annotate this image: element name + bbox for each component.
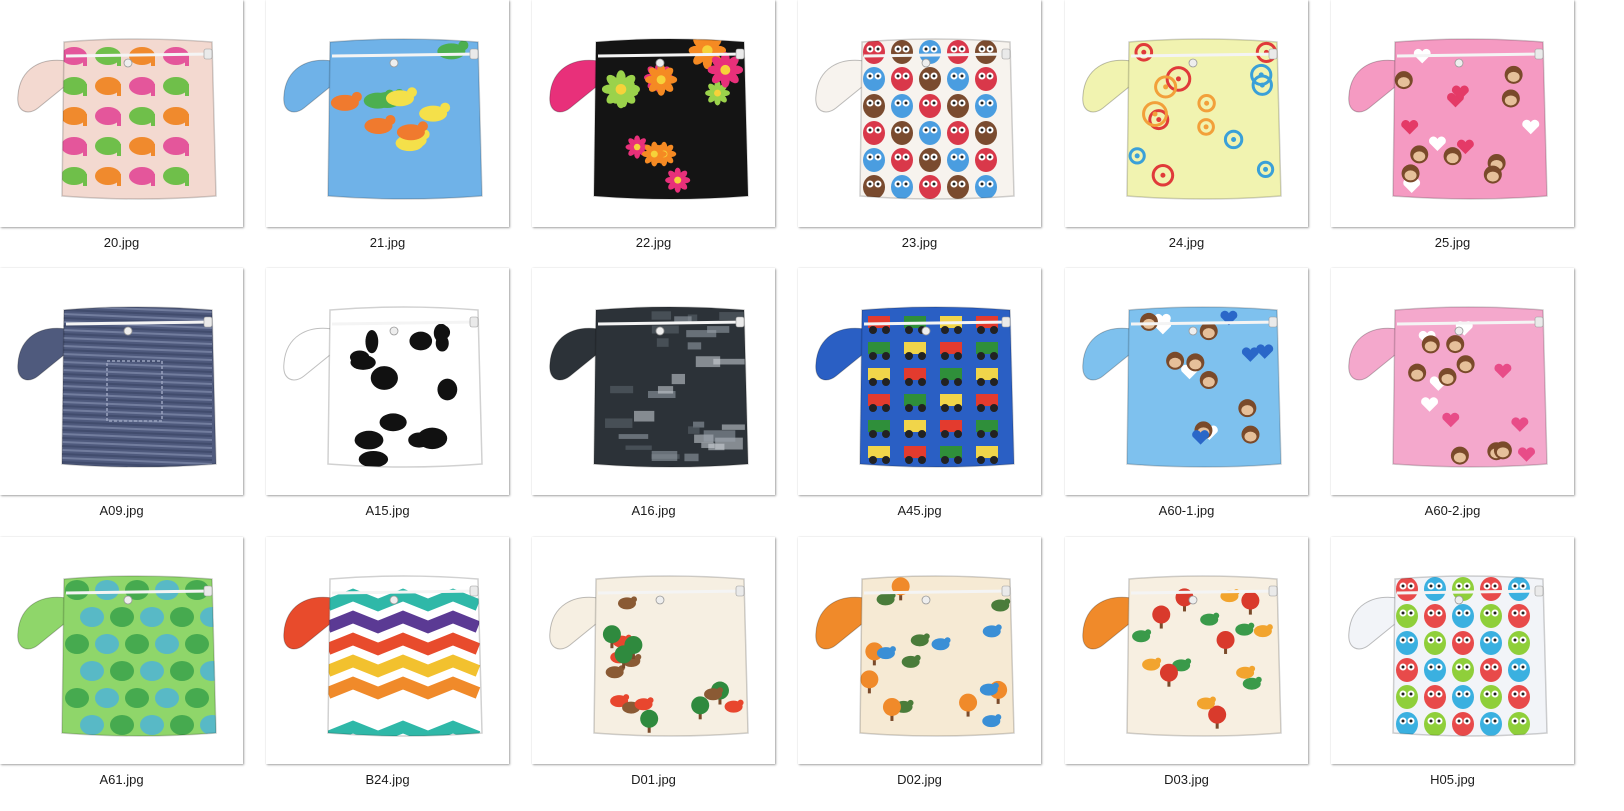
file-name-label[interactable]: 25.jpg — [1331, 235, 1574, 250]
file-name-label[interactable]: B24.jpg — [266, 772, 509, 787]
zipper — [597, 52, 745, 58]
file-tile[interactable]: 25.jpg — [1331, 0, 1576, 270]
file-name-label[interactable]: A45.jpg — [798, 503, 1041, 518]
zipper — [65, 589, 213, 595]
wet-bag-image — [17, 38, 217, 200]
file-name-label[interactable]: 22.jpg — [532, 235, 775, 250]
zipper — [331, 52, 479, 58]
file-thumbnail[interactable] — [0, 537, 243, 764]
wet-bag-image — [283, 575, 483, 737]
wet-bag-image — [1082, 306, 1282, 468]
zipper — [597, 589, 745, 595]
file-thumbnail[interactable] — [1331, 537, 1574, 764]
wet-bag-image — [283, 306, 483, 468]
file-tile[interactable]: D01.jpg — [532, 537, 777, 807]
zipper — [1396, 320, 1544, 326]
file-thumbnail[interactable] — [1331, 268, 1574, 495]
file-thumbnail[interactable] — [1065, 537, 1308, 764]
zipper — [863, 320, 1011, 326]
file-name-label[interactable]: D03.jpg — [1065, 772, 1308, 787]
file-thumbnail[interactable] — [532, 537, 775, 764]
file-tile[interactable]: A15.jpg — [266, 268, 511, 538]
zipper — [65, 52, 213, 58]
file-name-label[interactable]: 21.jpg — [266, 235, 509, 250]
file-tile[interactable]: B24.jpg — [266, 537, 511, 807]
file-thumbnail[interactable] — [798, 0, 1041, 227]
file-tile[interactable]: 24.jpg — [1065, 0, 1310, 270]
wet-bag-image — [283, 38, 483, 200]
file-tile[interactable]: A60-2.jpg — [1331, 268, 1576, 538]
file-name-label[interactable]: D01.jpg — [532, 772, 775, 787]
wet-bag-image — [17, 306, 217, 468]
wet-bag-image — [549, 38, 749, 200]
wet-bag-image — [1082, 38, 1282, 200]
file-thumbnail[interactable] — [532, 0, 775, 227]
file-thumbnail[interactable] — [1331, 0, 1574, 227]
file-tile[interactable]: 23.jpg — [798, 0, 1043, 270]
file-thumbnail[interactable] — [798, 537, 1041, 764]
wet-bag-image — [815, 306, 1015, 468]
wet-bag-image — [815, 575, 1015, 737]
wet-bag-image — [1348, 575, 1548, 737]
file-name-label[interactable]: 24.jpg — [1065, 235, 1308, 250]
zipper — [1396, 52, 1544, 58]
file-thumbnail[interactable] — [266, 268, 509, 495]
file-tile[interactable]: 21.jpg — [266, 0, 511, 270]
file-tile[interactable]: 20.jpg — [0, 0, 245, 270]
file-tile[interactable]: D02.jpg — [798, 537, 1043, 807]
file-thumbnail[interactable] — [798, 268, 1041, 495]
file-thumbnail-grid: 20.jpg 21.jpg 22.jpg 23.jpg 24.jpg 25.jpg A09.… — [0, 0, 1624, 811]
file-name-label[interactable]: D02.jpg — [798, 772, 1041, 787]
file-thumbnail[interactable] — [266, 537, 509, 764]
file-tile[interactable]: A60-1.jpg — [1065, 268, 1310, 538]
zipper — [1130, 589, 1278, 595]
wet-bag-image — [1348, 38, 1548, 200]
zipper — [1130, 52, 1278, 58]
zipper — [331, 320, 479, 326]
zipper — [863, 589, 1011, 595]
file-tile[interactable]: 22.jpg — [532, 0, 777, 270]
file-thumbnail[interactable] — [0, 268, 243, 495]
file-name-label[interactable]: H05.jpg — [1331, 772, 1574, 787]
file-name-label[interactable]: A61.jpg — [0, 772, 243, 787]
zipper — [863, 52, 1011, 58]
file-tile[interactable]: A16.jpg — [532, 268, 777, 538]
file-thumbnail[interactable] — [0, 0, 243, 227]
file-thumbnail[interactable] — [532, 268, 775, 495]
zipper — [331, 589, 479, 595]
file-name-label[interactable]: A15.jpg — [266, 503, 509, 518]
file-thumbnail[interactable] — [1065, 0, 1308, 227]
file-name-label[interactable]: A60-1.jpg — [1065, 503, 1308, 518]
file-tile[interactable]: A61.jpg — [0, 537, 245, 807]
wet-bag-image — [549, 306, 749, 468]
zipper — [1396, 589, 1544, 595]
file-tile[interactable]: A45.jpg — [798, 268, 1043, 538]
file-tile[interactable]: D03.jpg — [1065, 537, 1310, 807]
wet-bag-image — [815, 38, 1015, 200]
file-tile[interactable]: A09.jpg — [0, 268, 245, 538]
zipper — [597, 320, 745, 326]
file-name-label[interactable]: 23.jpg — [798, 235, 1041, 250]
file-name-label[interactable]: A60-2.jpg — [1331, 503, 1574, 518]
file-thumbnail[interactable] — [1065, 268, 1308, 495]
file-thumbnail[interactable] — [266, 0, 509, 227]
zipper — [65, 320, 213, 326]
wet-bag-image — [549, 575, 749, 737]
file-name-label[interactable]: A09.jpg — [0, 503, 243, 518]
file-tile[interactable]: H05.jpg — [1331, 537, 1576, 807]
zipper — [1130, 320, 1278, 326]
file-name-label[interactable]: A16.jpg — [532, 503, 775, 518]
file-name-label[interactable]: 20.jpg — [0, 235, 243, 250]
wet-bag-image — [17, 575, 217, 737]
wet-bag-image — [1082, 575, 1282, 737]
wet-bag-image — [1348, 306, 1548, 468]
